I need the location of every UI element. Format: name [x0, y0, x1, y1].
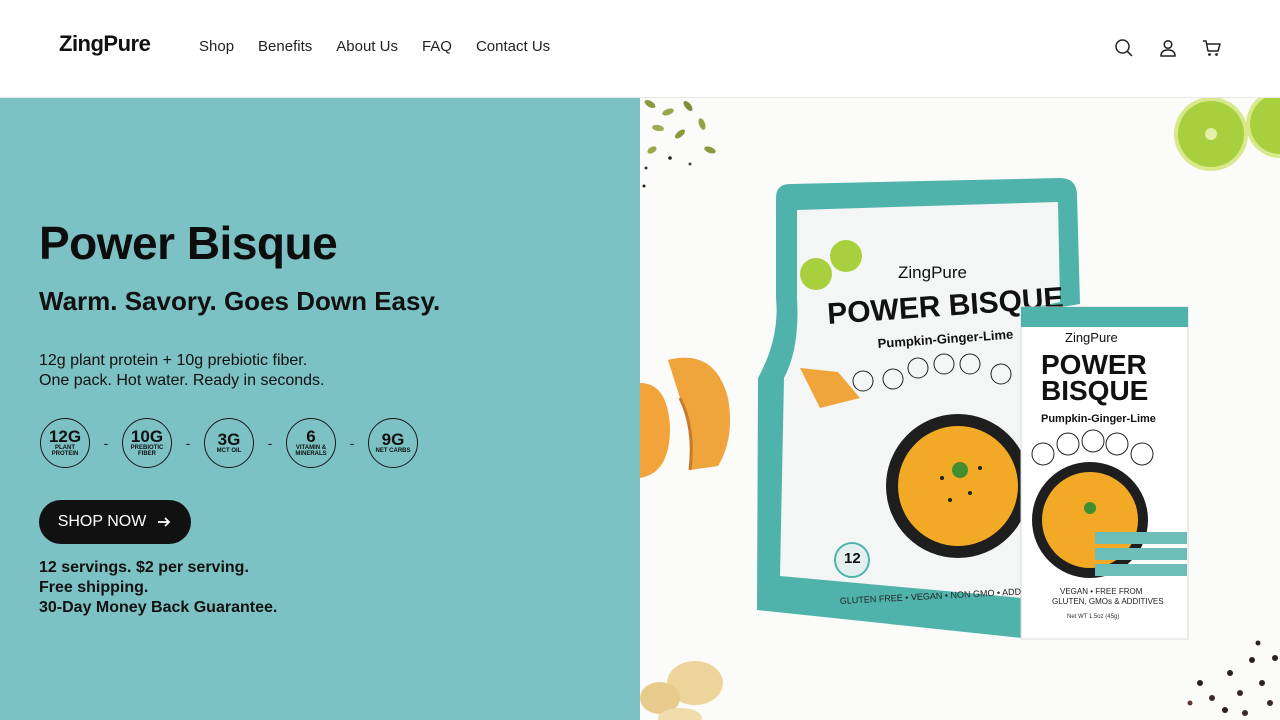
- badge-value: 9G: [381, 430, 405, 449]
- svg-text:Net WT 1.5oz (45g): Net WT 1.5oz (45g): [1067, 614, 1119, 620]
- badge-label: MCT OIL: [216, 448, 242, 454]
- perk-shipping: Free shipping.: [39, 579, 149, 596]
- nav-about-us[interactable]: About Us: [336, 38, 398, 55]
- account-icon[interactable]: [1158, 38, 1178, 58]
- badge-label: VITAMIN & MINERALS: [295, 445, 327, 457]
- hero-description: 12g plant protein + 10g prebiotic fiber.…: [39, 351, 324, 391]
- site-header: ZingPure Shop Benefits About Us FAQ Cont…: [0, 0, 1280, 98]
- pumpkin-seeds-top-left: [642, 100, 716, 188]
- badge-mct-oil: 3G MCT OIL: [204, 418, 254, 468]
- sachet-brand: ZingPure: [1065, 330, 1118, 345]
- search-icon[interactable]: [1114, 38, 1134, 58]
- nav-benefits[interactable]: Benefits: [258, 38, 312, 55]
- badge-prebiotic-fiber: 10G PREBIOTIC FIBER: [122, 418, 172, 468]
- badge-separator: -: [185, 435, 191, 451]
- svg-text:GLUTEN, GMOs & ADDITIVES: GLUTEN, GMOs & ADDITIVES: [1052, 597, 1164, 606]
- badge-separator: -: [267, 435, 273, 451]
- badge-label: PREBIOTIC FIBER: [130, 445, 164, 457]
- badge-value: 6: [306, 427, 316, 446]
- product-photo: ZingPure POWER BISQUE Pumpkin-Ginger-Lim…: [640, 98, 1280, 720]
- bag-brand: ZingPure: [898, 263, 967, 282]
- nav-faq[interactable]: FAQ: [422, 38, 452, 55]
- badge-label: NET CARBS: [375, 448, 411, 454]
- nutrition-badges: 12G PLANT PROTEIN - 10G PREBIOTIC FIBER …: [40, 418, 418, 468]
- badge-plant-protein: 12G PLANT PROTEIN: [40, 418, 90, 468]
- cart-icon[interactable]: [1202, 38, 1222, 58]
- header-actions: [1114, 38, 1222, 58]
- nav-shop[interactable]: Shop: [199, 38, 234, 55]
- arrow-right-icon: [158, 517, 171, 527]
- sachet-flavor: Pumpkin-Ginger-Lime: [1041, 413, 1156, 425]
- nav-contact-us[interactable]: Contact Us: [476, 38, 550, 55]
- perk-guarantee: 30-Day Money Back Guarantee.: [39, 599, 278, 616]
- badge-value: 3G: [217, 430, 241, 449]
- hero-text-panel: Power Bisque Warm. Savory. Goes Down Eas…: [0, 98, 640, 720]
- badge-separator: -: [103, 435, 109, 451]
- lime-slices-top-right: [1174, 98, 1280, 171]
- badge-label: PLANT PROTEIN: [51, 445, 79, 457]
- ginger-root-bottom-left: [640, 661, 723, 720]
- perk-servings: 12 servings. $2 per serving.: [39, 559, 249, 576]
- bag-count: 12: [844, 550, 861, 567]
- hero-product-image: ZingPure POWER BISQUE Pumpkin-Ginger-Lim…: [640, 98, 1280, 720]
- site-logo[interactable]: ZingPure: [59, 31, 151, 57]
- sachet-title-2: BISQUE: [1041, 375, 1148, 406]
- badge-vitamins-minerals: 6 VITAMIN & MINERALS: [286, 418, 336, 468]
- shop-now-button[interactable]: SHOP NOW: [39, 500, 191, 544]
- hero-desc-line-1: 12g plant protein + 10g prebiotic fiber.: [39, 352, 308, 369]
- squash-slices-left: [640, 357, 731, 478]
- hero-desc-line-2: One pack. Hot water. Ready in seconds.: [39, 372, 325, 389]
- main-nav: Shop Benefits About Us FAQ Contact Us: [199, 38, 574, 55]
- badge-separator: -: [349, 435, 355, 451]
- svg-text:VEGAN • FREE FROM: VEGAN • FREE FROM: [1060, 587, 1143, 596]
- badge-net-carbs: 9G NET CARBS: [368, 418, 418, 468]
- hero-title: Power Bisque: [39, 217, 338, 269]
- badge-value: 12G: [48, 427, 82, 446]
- shop-now-label: SHOP NOW: [57, 513, 147, 530]
- product-sachet: ZingPure POWER BISQUE Pumpkin-Ginger-Lim…: [1020, 306, 1189, 640]
- badge-value: 10G: [130, 427, 164, 446]
- hero-subtitle: Warm. Savory. Goes Down Easy.: [39, 286, 441, 316]
- black-seeds-bottom-right: [1187, 640, 1278, 716]
- hero-perks: 12 servings. $2 per serving. Free shippi…: [39, 558, 277, 618]
